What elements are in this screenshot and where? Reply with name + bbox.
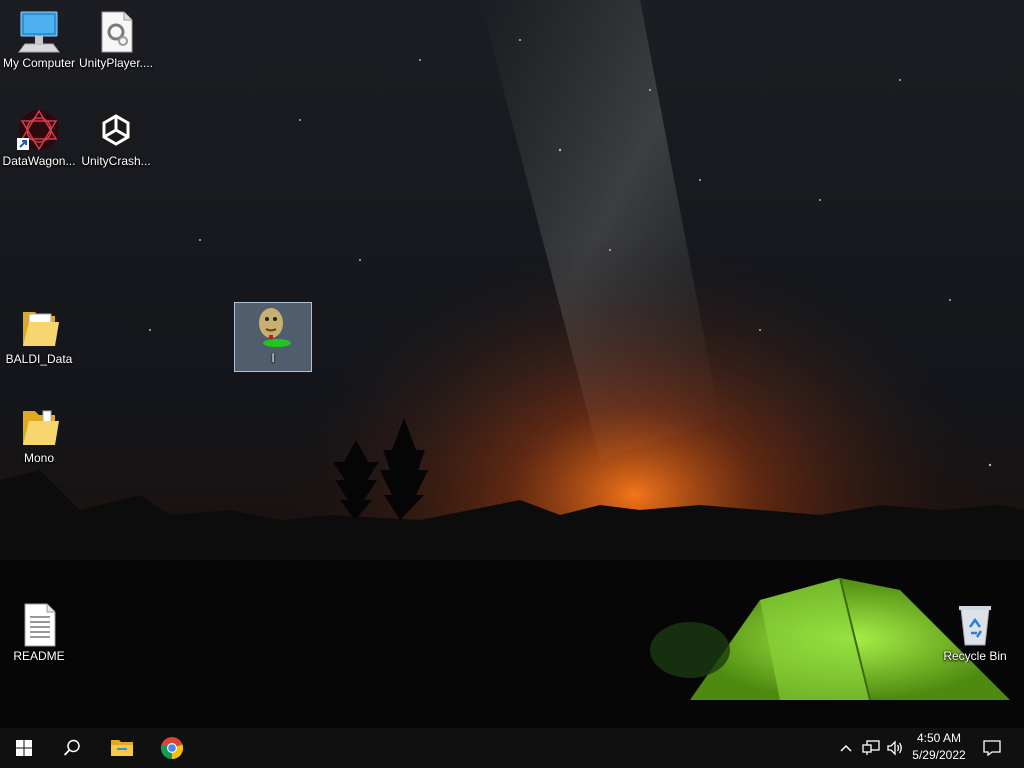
unity-icon xyxy=(92,108,140,152)
desktop-icon-my-computer[interactable]: My Computer xyxy=(1,10,77,70)
desktop-icon-unityplayer[interactable]: UnityPlayer.... xyxy=(78,10,154,70)
desktop-icon-recycle-bin[interactable]: Recycle Bin xyxy=(937,603,1013,663)
search-icon xyxy=(63,739,80,756)
computer-icon xyxy=(15,10,63,54)
desktop-icon-label: Recycle Bin xyxy=(943,649,1007,663)
recycle-bin-icon xyxy=(951,603,999,647)
desktop-icon-label: Mono xyxy=(23,451,55,465)
chevron-up-icon xyxy=(840,744,852,752)
taskbar-clock[interactable]: 4:50 AM 5/29/2022 xyxy=(906,730,972,764)
desktop-icon-datawagon[interactable]: DataWagon... xyxy=(1,108,77,168)
desktop-icon-label: BALDI_Data xyxy=(5,352,73,366)
desktop-icon-readme[interactable]: README xyxy=(1,603,77,663)
network-button[interactable] xyxy=(860,728,882,768)
desktop-icon-label: README xyxy=(13,649,65,663)
show-hidden-icons-button[interactable] xyxy=(836,728,856,768)
desktop-icon-mono[interactable]: Mono xyxy=(1,405,77,465)
folder-icon xyxy=(15,306,63,350)
taskbar: 4:50 AM 5/29/2022 xyxy=(0,728,1024,768)
text-document-icon xyxy=(15,603,63,647)
desktop-icon-label: UnityCrash... xyxy=(81,154,151,168)
datawagon-shortcut-icon xyxy=(15,108,63,152)
notification-icon xyxy=(983,740,1001,756)
desktop-icon-baldi-data[interactable]: BALDI_Data xyxy=(1,306,77,366)
volume-button[interactable] xyxy=(884,728,906,768)
desktop-icon-label: UnityPlayer.... xyxy=(78,56,154,70)
clock-time: 4:50 AM xyxy=(916,731,962,745)
desktop-icon-label: DataWagon... xyxy=(2,154,76,168)
folder-icon xyxy=(111,740,133,756)
volume-icon xyxy=(887,740,902,756)
network-icon xyxy=(862,740,880,755)
desktop-icon-unitycrash[interactable]: UnityCrash... xyxy=(78,108,154,168)
folder-icon xyxy=(15,405,63,449)
desktop-icon-baldi-app[interactable]: I xyxy=(234,302,312,372)
chrome-button[interactable] xyxy=(148,728,196,768)
start-button[interactable] xyxy=(0,728,48,768)
clock-date: 5/29/2022 xyxy=(912,748,966,762)
chrome-icon xyxy=(160,737,184,760)
desktop-icon-label: I xyxy=(271,351,275,365)
search-button[interactable] xyxy=(48,728,96,768)
action-center-button[interactable] xyxy=(978,728,1006,768)
file-explorer-button[interactable] xyxy=(98,728,146,768)
baldi-app-icon xyxy=(249,305,297,349)
windows-logo-icon xyxy=(16,740,32,756)
desktop-icon-label: My Computer xyxy=(2,56,76,70)
dll-settings-icon xyxy=(92,10,140,54)
